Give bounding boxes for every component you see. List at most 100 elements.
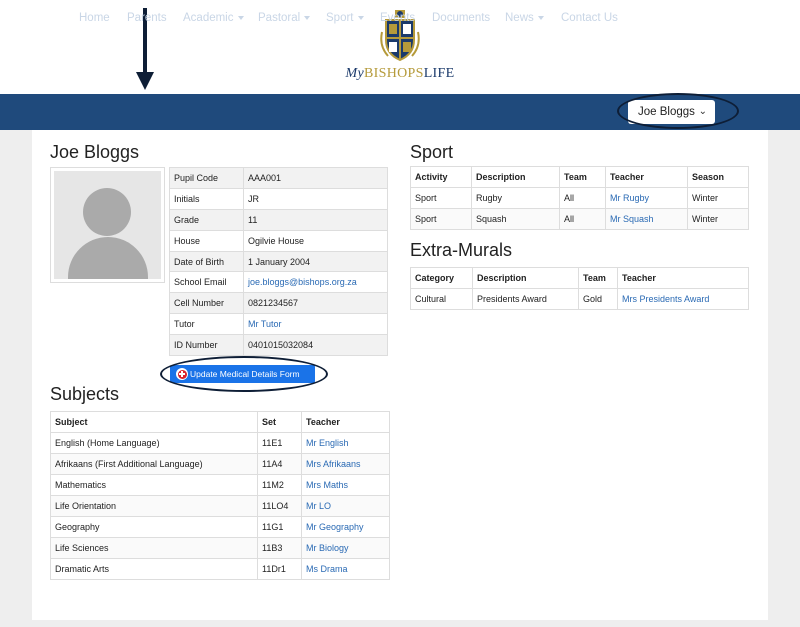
column-header: Teacher <box>301 411 390 433</box>
nav-home[interactable]: Home <box>79 0 110 36</box>
nav-pastoral[interactable]: Pastoral <box>258 0 311 36</box>
nav-parents[interactable]: Parents <box>127 0 167 36</box>
annotation-circle-medical-button <box>160 356 328 392</box>
activity-cell: Sport <box>410 208 472 230</box>
set-cell: 11Dr1 <box>257 558 302 580</box>
column-header: Team <box>559 166 606 188</box>
subject-cell: Mathematics <box>50 474 258 496</box>
brand-wordmark[interactable]: MyBISHOPSLIFE <box>0 66 800 82</box>
avatar-head <box>83 188 131 236</box>
column-header: Teacher <box>617 267 749 289</box>
profile-details-table: Pupil Code AAA001 Initials JR Grade 11 Hous… <box>169 167 388 357</box>
teacher-link[interactable]: Mrs Maths <box>306 480 348 490</box>
teacher-link[interactable]: Ms Drama <box>306 564 348 574</box>
nav-contact-us[interactable]: Contact Us <box>561 0 618 36</box>
nav-news[interactable]: News <box>505 0 544 36</box>
season-cell: Winter <box>687 187 749 209</box>
set-cell: 11B3 <box>257 537 302 559</box>
column-header: Description <box>472 267 579 289</box>
field-label: Pupil Code <box>169 167 244 189</box>
field-label: ID Number <box>169 334 244 357</box>
teacher-link[interactable]: Mr Squash <box>610 214 654 224</box>
team-cell: All <box>559 187 606 209</box>
field-value: 11 <box>243 208 388 231</box>
subjects-table: Subject Set Teacher English (Home Langua… <box>50 411 390 580</box>
teacher-cell: Mr Geography <box>301 516 390 538</box>
table-row: Afrikaans (First Additional Language) 11A… <box>50 453 390 475</box>
nav-pastoral-label: Pastoral <box>258 12 301 24</box>
teacher-link[interactable]: Mr Rugby <box>610 193 649 203</box>
teacher-cell: Mrs Maths <box>301 474 390 496</box>
subject-cell: Life Sciences <box>50 537 258 559</box>
field-value: joe.bloggs@bishops.org.za <box>243 271 388 294</box>
nav-academic-label: Academic <box>183 12 234 24</box>
annotation-circle-user-select <box>617 93 739 129</box>
teacher-link[interactable]: Mrs Presidents Award <box>622 294 709 304</box>
teacher-link[interactable]: Mr English <box>306 438 349 448</box>
activity-cell: Sport <box>410 187 472 209</box>
avatar-icon <box>54 171 161 279</box>
profile-row-email: School Email joe.bloggs@bishops.org.za <box>169 271 388 294</box>
brand-bishops: BISHOPS <box>364 66 424 81</box>
subject-cell: Life Orientation <box>50 495 258 517</box>
avatar-body <box>68 237 148 279</box>
caret-down-icon <box>304 15 311 20</box>
profile-row-initials: Initials JR <box>169 187 388 210</box>
table-header-row: Activity Description Team Teacher Season <box>410 166 749 188</box>
description-cell: Presidents Award <box>472 288 579 310</box>
table-row: Sport Squash All Mr Squash Winter <box>410 208 749 230</box>
column-header: Description <box>471 166 560 188</box>
field-label: Date of Birth <box>169 250 244 273</box>
profile-row-tutor: Tutor Mr Tutor <box>169 313 388 336</box>
brand-life: LIFE <box>423 66 455 81</box>
table-row: Mathematics 11M2 Mrs Maths <box>50 474 390 496</box>
field-value: Mr Tutor <box>243 313 388 336</box>
table-row: Dramatic Arts 11Dr1 Ms Drama <box>50 558 390 580</box>
teacher-link[interactable]: Mr LO <box>306 501 331 511</box>
table-row: Life Orientation 11LO4 Mr LO <box>50 495 390 517</box>
teacher-cell: Mr Rugby <box>605 187 688 209</box>
teacher-link[interactable]: Mr Biology <box>306 543 349 553</box>
nav-documents[interactable]: Documents <box>432 0 490 36</box>
column-header: Set <box>257 411 302 433</box>
column-header: Season <box>687 166 749 188</box>
table-header-row: Category Description Team Teacher <box>410 267 749 289</box>
set-cell: 11M2 <box>257 474 302 496</box>
teacher-link[interactable]: Mrs Afrikaans <box>306 459 361 469</box>
set-cell: 11G1 <box>257 516 302 538</box>
profile-name-heading: Joe Bloggs <box>50 142 140 162</box>
profile-row-house: House Ogilvie House <box>169 229 388 252</box>
table-header-row: Subject Set Teacher <box>50 411 390 433</box>
teacher-cell: Mr English <box>301 432 390 454</box>
field-value: AAA001 <box>243 167 388 189</box>
teacher-cell: Mr Squash <box>605 208 688 230</box>
profile-row-cell: Cell Number 0821234567 <box>169 292 388 315</box>
caret-down-icon <box>357 15 364 20</box>
field-label: Grade <box>169 208 244 231</box>
nav-sport[interactable]: Sport <box>326 0 364 36</box>
field-value: 0401015032084 <box>243 334 388 357</box>
email-link[interactable]: joe.bloggs@bishops.org.za <box>248 277 357 287</box>
team-cell: Gold <box>578 288 618 310</box>
profile-row-id-number: ID Number 0401015032084 <box>169 334 388 357</box>
sport-heading: Sport <box>410 142 454 162</box>
column-header: Activity <box>410 166 472 188</box>
teacher-cell: Mr Biology <box>301 537 390 559</box>
caret-down-icon <box>537 15 544 20</box>
nav-sport-label: Sport <box>326 12 354 24</box>
teacher-cell: Ms Drama <box>301 558 390 580</box>
field-value: Ogilvie House <box>243 229 388 252</box>
subject-cell: Dramatic Arts <box>50 558 258 580</box>
tutor-link[interactable]: Mr Tutor <box>248 319 282 329</box>
profile-row-pupil-code: Pupil Code AAA001 <box>169 167 388 189</box>
nav-events[interactable]: Events <box>380 0 415 36</box>
nav-academic[interactable]: Academic <box>183 0 244 36</box>
column-header: Team <box>578 267 618 289</box>
set-cell: 11E1 <box>257 432 302 454</box>
teacher-link[interactable]: Mr Geography <box>306 522 364 532</box>
extramurals-heading: Extra-Murals <box>410 240 513 260</box>
table-row: Geography 11G1 Mr Geography <box>50 516 390 538</box>
column-header: Subject <box>50 411 258 433</box>
nav-news-label: News <box>505 12 534 24</box>
teacher-cell: Mr LO <box>301 495 390 517</box>
